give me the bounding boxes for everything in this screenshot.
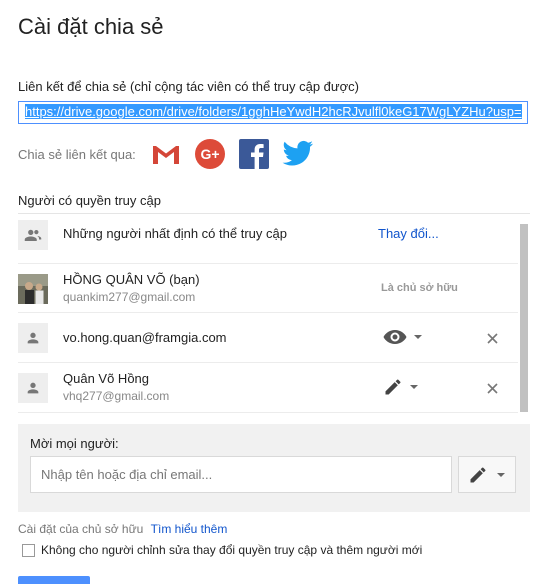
owner-role: Là chủ sở hữu — [381, 282, 458, 294]
google-plus-icon[interactable]: G+ — [194, 138, 226, 170]
chevron-down-icon — [414, 335, 422, 339]
close-icon[interactable] — [483, 329, 501, 347]
share-link-field[interactable]: https://drive.google.com/drive/folders/1… — [18, 101, 528, 124]
editor-email: vhq277@gmail.com — [63, 389, 170, 403]
chevron-down-icon — [410, 385, 418, 389]
access-list[interactable]: Những người nhất định có thể truy cập Th… — [18, 214, 518, 413]
access-row-editor: Quân Võ Hồng vhq277@gmail.com — [18, 363, 518, 413]
gmail-icon[interactable] — [150, 138, 182, 170]
pencil-icon — [470, 467, 486, 482]
change-access-link[interactable]: Thay đổi... — [378, 226, 439, 241]
svg-text:G+: G+ — [200, 146, 219, 162]
access-row-viewer: vo.hong.quan@framgia.com — [18, 313, 518, 363]
permission-dropdown[interactable] — [383, 376, 427, 398]
permission-dropdown[interactable] — [383, 326, 427, 348]
access-list-scrollbar[interactable] — [520, 224, 528, 412]
invite-email-input[interactable] — [30, 456, 452, 493]
owner-email: quankim277@gmail.com — [63, 290, 196, 304]
owner-settings-label: Cài đặt của chủ sở hữu — [18, 522, 144, 536]
chevron-down-icon — [497, 472, 505, 477]
facebook-icon[interactable] — [238, 138, 270, 170]
restrict-editors-label: Không cho người chỉnh sửa thay đổi quyền… — [41, 543, 423, 557]
share-via-label: Chia sẻ liên kết qua: — [18, 146, 136, 162]
twitter-icon[interactable] — [282, 138, 314, 170]
eye-icon — [383, 330, 407, 344]
access-row-owner: HỒNG QUÂN VÕ (bạn) quankim277@gmail.com … — [18, 264, 518, 313]
invite-label: Mời mọi người: — [30, 436, 119, 451]
share-link-label: Liên kết để chia sẻ (chỉ cộng tác viên c… — [18, 79, 359, 94]
learn-more-link[interactable]: Tìm hiểu thêm — [151, 522, 228, 536]
person-icon — [18, 373, 48, 403]
restrict-editors-row: Không cho người chỉnh sửa thay đổi quyền… — [22, 543, 422, 557]
close-icon[interactable] — [483, 379, 501, 397]
access-row-name: Những người nhất định có thể truy cập — [63, 226, 287, 241]
user-photo-avatar — [18, 274, 48, 304]
owner-settings-row: Cài đặt của chủ sở hữu Tìm hiểu thêm — [18, 522, 227, 536]
access-section-label: Người có quyền truy cập — [18, 193, 161, 208]
done-button[interactable] — [18, 576, 90, 584]
share-via-row: Chia sẻ liên kết qua: G+ — [18, 137, 326, 171]
people-icon — [18, 220, 48, 250]
dialog-title: Cài đặt chia sẻ — [18, 14, 164, 39]
viewer-email: vo.hong.quan@framgia.com — [63, 330, 227, 345]
editor-name: Quân Võ Hồng — [63, 371, 150, 386]
access-row-specific-people: Những người nhất định có thể truy cập Th… — [18, 214, 518, 264]
pencil-icon — [385, 379, 401, 395]
share-link-text: https://drive.google.com/drive/folders/1… — [25, 104, 522, 119]
person-icon — [18, 323, 48, 353]
invite-permission-dropdown[interactable] — [458, 456, 516, 493]
invite-panel: Mời mọi người: — [18, 424, 530, 512]
owner-name: HỒNG QUÂN VÕ (bạn) — [63, 272, 200, 287]
restrict-editors-checkbox[interactable] — [22, 543, 35, 557]
